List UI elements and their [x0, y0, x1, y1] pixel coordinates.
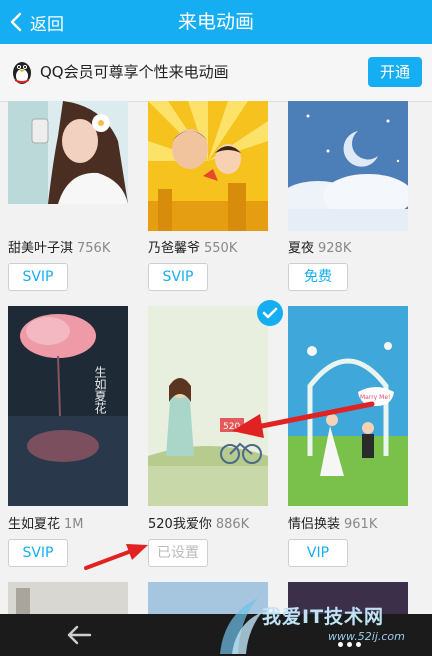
watermark-wing-icon [220, 598, 262, 654]
animation-thumbnail[interactable] [8, 101, 128, 204]
vip-promo-bar: QQ会员可尊享个性来电动画 开通 [0, 44, 432, 102]
animation-size: 550K [204, 241, 238, 256]
animation-name-row: 生如夏花 1M [8, 513, 148, 532]
annotation-arrow-right [232, 401, 375, 438]
animation-grid: 甜美叶子淇 756K SVIP 乃爸馨爷 550K SVIP 夏夜 928K 免… [0, 101, 432, 614]
animation-name: 520我爱你 [148, 517, 212, 532]
svip-button[interactable]: SVIP [148, 263, 208, 291]
vip-button[interactable]: VIP [288, 539, 348, 567]
animation-name: 夏夜 [288, 241, 315, 256]
open-vip-button[interactable]: 开通 [368, 57, 422, 87]
animation-name: 甜美叶子淇 [8, 241, 74, 256]
check-icon [262, 307, 278, 319]
animation-thumbnail[interactable] [288, 101, 408, 231]
promo-text: QQ会员可尊享个性来电动画 [40, 63, 229, 81]
watermark-text: 我爱IT技术网 [262, 606, 385, 628]
page-title: 来电动画 [177, 11, 254, 33]
animation-thumbnail[interactable] [148, 101, 268, 231]
watermark: 我爱IT技术网 www.52ij.com [210, 594, 432, 656]
animation-thumbnail[interactable] [8, 582, 128, 614]
nav-back-arrow-icon[interactable] [66, 624, 92, 646]
animation-name-row: 夏夜 928K [288, 237, 428, 256]
animation-size: 1M [64, 517, 84, 532]
cartoon-family-thumbnail [148, 101, 268, 231]
annotation-arrow-left [84, 544, 148, 570]
summer-flower-thumbnail: 生如夏花 [8, 306, 128, 506]
animation-card: 乃爸馨爷 550K SVIP [148, 101, 268, 291]
summer-night-thumbnail [288, 101, 408, 231]
svip-button[interactable]: SVIP [8, 539, 68, 567]
svip-button[interactable]: SVIP [8, 263, 68, 291]
animation-card: 夏夜 928K 免费 [288, 101, 408, 291]
selected-check-badge [257, 300, 283, 326]
animation-size: 756K [77, 241, 111, 256]
animation-size: 961K [344, 517, 378, 532]
animation-size: 886K [215, 517, 250, 532]
animation-size: 928K [318, 241, 352, 256]
animation-name-row: 520我爱你 886K [148, 513, 288, 532]
partial-thumbnail [8, 582, 128, 614]
animation-name-row: 甜美叶子淇 756K [8, 237, 148, 256]
animation-thumbnail[interactable]: 生如夏花 [8, 306, 128, 506]
animation-card: 甜美叶子淇 756K SVIP [8, 101, 128, 291]
animation-name-row: 乃爸馨爷 550K [148, 237, 288, 256]
animation-name: 情侣换装 [288, 517, 341, 532]
animation-card: 生如夏花 生如夏花 1M SVIP [8, 306, 128, 568]
summer-flower-title: 生如夏花 [93, 366, 107, 415]
animation-name: 乃爸馨爷 [148, 241, 201, 256]
animation-name: 生如夏花 [8, 517, 61, 532]
watermark-url: www.52ij.com [328, 630, 405, 643]
already-set-button[interactable]: 已设置 [148, 539, 208, 567]
animation-card [8, 582, 128, 614]
animation-name-row: 情侣换装 961K [288, 513, 428, 532]
title-bar: 返回 来电动画 [0, 0, 432, 44]
girl-photo-thumbnail [8, 101, 128, 204]
qq-penguin-icon [13, 62, 31, 84]
free-button[interactable]: 免费 [288, 263, 348, 291]
